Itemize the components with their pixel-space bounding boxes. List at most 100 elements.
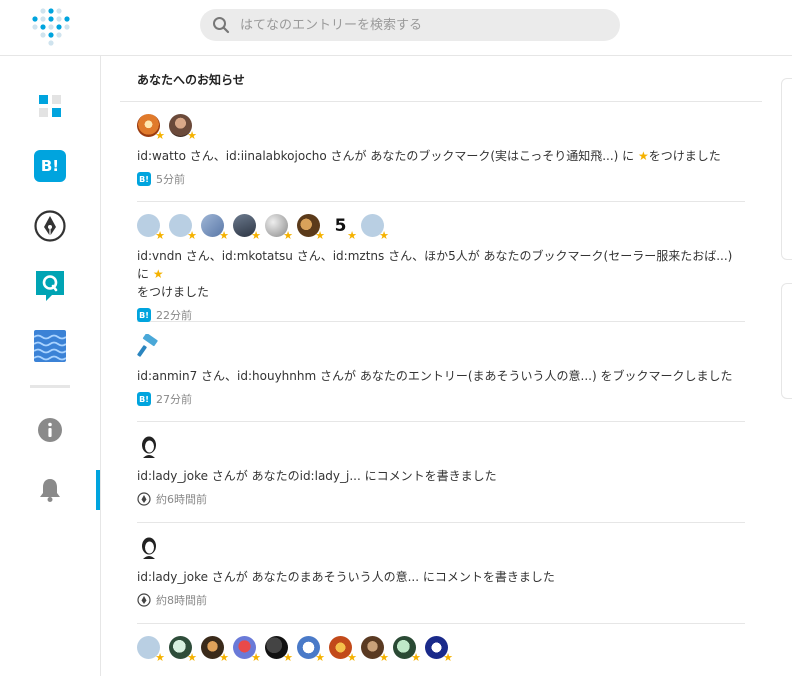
timestamp: 27分前 [156,393,192,406]
notification-message: id:watto さん、id:iinalabkojocho さんが あなたのブッ… [137,147,745,165]
avatar-group: ★ ★ ★ ★ ★ ★ 5 ★ ★ [137,214,745,241]
avatar[interactable]: ★ [265,636,293,663]
notifications-panel: あなたへのお知らせ ★ ★ id:watto さん、id:iinalabkojo… [120,56,762,676]
left-sidebar: B! [0,56,101,676]
bell-icon [40,479,60,502]
star-icon: ★ [152,267,164,281]
star-icon: ★ [251,651,261,664]
star-icon: ★ [411,651,421,664]
sidebar-item-blog[interactable] [32,208,68,244]
notification-link[interactable]: id:watto さん、id:iinalabkojocho さんが あなたのブッ… [137,149,634,163]
side-card [781,283,792,399]
hatena-top-icon [39,95,61,117]
avatar[interactable]: ★ [169,636,197,663]
notification-link[interactable]: id:vndn さん、id:mkotatsu さん、id:mztns さん、ほか… [137,249,732,281]
hatena-dots-logo[interactable] [29,6,73,46]
notification-link[interactable]: id:lady_joke さんが あなたのid:lady_j... にコメントを… [137,469,497,483]
notification-meta: B! 22分前 [137,307,745,323]
avatar[interactable]: ★ [425,636,453,663]
search-bar[interactable] [200,9,620,41]
sidebar-item-question[interactable] [32,268,68,304]
notification-meta: 約8時間前 [137,592,745,608]
avatar[interactable]: ★ [137,214,165,241]
wave-pattern-icon [34,330,66,362]
pen-nib-icon [34,210,66,242]
hatena-bookmark-icon: B! [137,392,151,406]
avatar[interactable]: ★ [329,636,357,663]
timestamp: 約6時間前 [156,493,207,506]
notification-message: id:lady_joke さんが あなたのまあそういう人の意... にコメントを… [137,568,745,586]
star-icon: ★ [155,651,165,664]
star-icon: ★ [347,651,357,664]
hatena-bookmark-icon: B! [34,150,66,182]
star-icon: ★ [283,651,293,664]
avatar[interactable]: ★ [137,114,165,141]
star-icon: ★ [155,229,165,242]
star-icon: ★ [347,229,357,242]
avatar[interactable]: ★ [361,636,389,663]
star-icon: ★ [187,651,197,664]
avatar-group [137,535,745,559]
list-item[interactable]: ★ ★ ★ ★ ★ ★ ★ ★ ★ ★ [137,624,745,676]
avatar[interactable]: 5 ★ [329,214,357,241]
star-icon: ★ [155,129,165,142]
avatar[interactable]: ★ [233,636,261,663]
active-indicator [96,470,100,510]
sidebar-item-haiku[interactable] [32,328,68,364]
star-icon: ★ [219,229,229,242]
hatena-bookmark-icon: B! [137,172,151,186]
avatar[interactable]: ★ [201,636,229,663]
avatar-group: ★ ★ ★ ★ ★ ★ ★ ★ ★ ★ [137,636,745,663]
avatar[interactable]: ★ [233,214,261,241]
search-icon [213,17,230,34]
avatar[interactable]: ★ [169,114,197,141]
avatar-group [137,334,745,358]
sidebar-item-top[interactable] [32,88,68,124]
avatar[interactable]: ★ [297,636,325,663]
star-icon: ★ [315,229,325,242]
avatar[interactable]: ★ [169,214,197,241]
avatar[interactable] [137,535,161,559]
hammer-icon[interactable] [137,334,161,358]
timestamp: 22分前 [156,309,192,322]
list-item[interactable]: id:lady_joke さんが あなたのid:lady_j... にコメントを… [137,422,745,523]
avatar[interactable]: ★ [265,214,293,241]
sidebar-item-info[interactable] [32,412,68,448]
notification-meta: B! 5分前 [137,171,745,187]
avatar[interactable]: ★ [297,214,325,241]
pen-nib-icon [137,492,151,506]
search-input[interactable] [240,9,610,41]
hatena-question-icon [36,271,64,301]
avatar-group [137,434,745,458]
avatar[interactable]: ★ [393,636,421,663]
pen-nib-icon [137,593,151,607]
top-header [0,0,792,56]
star-icon: ★ [283,229,293,242]
list-item[interactable]: ★ ★ id:watto さん、id:iinalabkojocho さんが あな… [137,114,745,202]
avatar[interactable]: ★ [201,214,229,241]
avatar[interactable]: ★ [137,636,165,663]
timestamp: 約8時間前 [156,594,207,607]
side-card [781,78,792,260]
list-item[interactable]: id:anmin7 さん、id:houyhnhm さんが あなたのエントリー(ま… [137,322,745,422]
list-item[interactable]: id:lady_joke さんが あなたのまあそういう人の意... にコメントを… [137,523,745,624]
notification-message: id:anmin7 さん、id:houyhnhm さんが あなたのエントリー(ま… [137,367,745,385]
divider [120,101,762,102]
star-icon: ★ [315,651,325,664]
list-item[interactable]: ★ ★ ★ ★ ★ ★ 5 ★ ★ id:vndn さん、id:mkotatsu … [137,202,745,322]
notification-link[interactable]: id:anmin7 さん、id:houyhnhm さんが あなたのエントリー(ま… [137,369,732,383]
notification-link[interactable]: id:lady_joke さんが あなたのまあそういう人の意... にコメントを… [137,570,555,584]
star-icon: ★ [379,651,389,664]
avatar[interactable] [137,434,161,458]
star-icon: ★ [187,129,197,142]
sidebar-item-notifications[interactable] [32,472,68,508]
sidebar-item-bookmark[interactable]: B! [32,148,68,184]
notification-message: id:lady_joke さんが あなたのid:lady_j... にコメントを… [137,467,745,485]
sidebar-divider [30,385,70,388]
notification-suffix: をつけました [137,285,210,299]
avatar[interactable]: ★ [361,214,389,241]
page-title: あなたへのお知らせ [137,73,245,87]
notification-meta: B! 27分前 [137,391,745,407]
avatar-group: ★ ★ [137,114,745,141]
star-icon: ★ [379,229,389,242]
